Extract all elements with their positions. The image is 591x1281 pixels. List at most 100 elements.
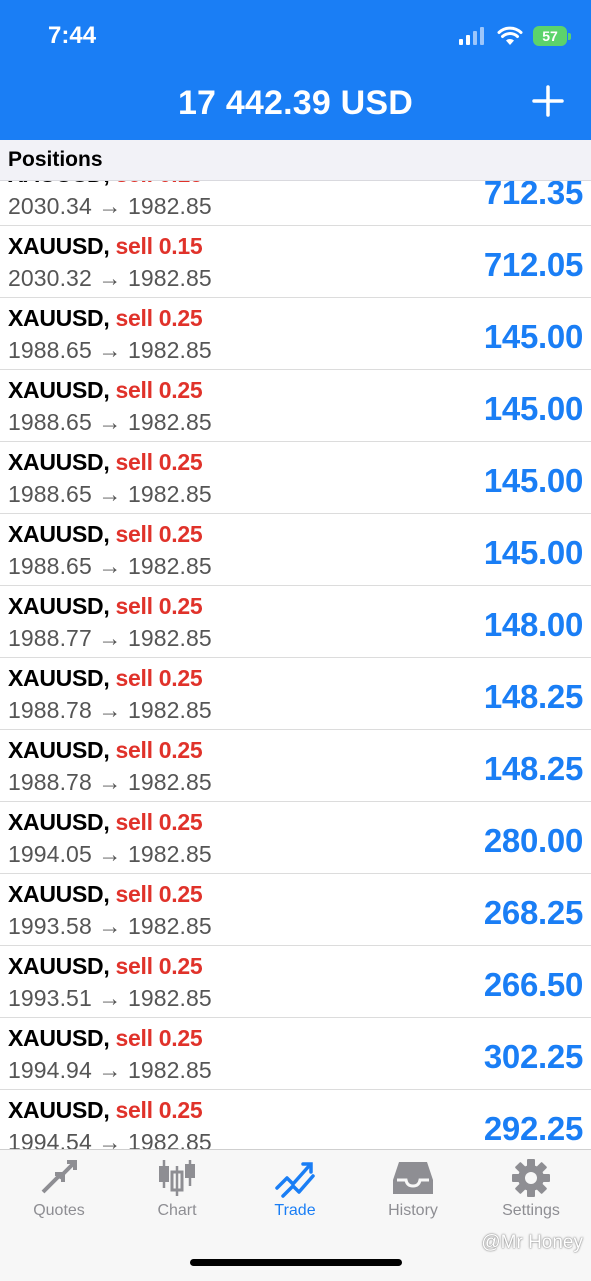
position-row[interactable]: XAUUSD, sell 0.25 1988.77 → 1982.85 148.00 <box>0 586 591 658</box>
current-price: 1982.85 <box>127 193 212 219</box>
position-side: sell 0.25 <box>115 953 203 979</box>
position-prices: 1988.78 → 1982.85 <box>8 697 212 724</box>
tab-history[interactable]: History <box>354 1158 472 1228</box>
position-row[interactable]: XAUUSD, sell 0.25 1988.78 → 1982.85 148.25 <box>0 658 591 730</box>
position-row[interactable]: XAUUSD, sell 0.25 1988.65 → 1982.85 145.00 <box>0 514 591 586</box>
position-row[interactable]: XAUUSD, sell 0.25 1988.65 → 1982.85 145.00 <box>0 442 591 514</box>
trade-icon <box>275 1162 315 1198</box>
position-row[interactable]: XAUUSD, sell 0.25 1988.65 → 1982.85 145.00 <box>0 298 591 370</box>
section-title: Positions <box>8 148 103 171</box>
position-profit: 280.00 <box>483 822 583 859</box>
position-symbol: XAUUSD, <box>8 737 110 763</box>
arrow-icon: → <box>98 769 122 795</box>
position-side: sell 0.15 <box>115 233 203 259</box>
arrow-icon: → <box>98 841 122 867</box>
chart-icon <box>159 1160 195 1196</box>
position-symbol: XAUUSD, <box>8 1097 110 1123</box>
position-side: sell 0.25 <box>115 521 203 547</box>
current-price: 1982.85 <box>127 481 212 507</box>
position-symbol: XAUUSD, <box>8 377 110 403</box>
position-profit: 712.35 <box>483 181 583 211</box>
position-side: sell 0.25 <box>115 1097 203 1123</box>
plus-icon[interactable] <box>531 84 565 118</box>
position-prices: 1988.65 → 1982.85 <box>8 337 212 364</box>
position-title: XAUUSD, sell 0.25 <box>8 737 203 764</box>
current-price: 1982.85 <box>127 409 212 435</box>
open-price: 1988.65 <box>8 553 92 579</box>
position-row[interactable]: XAUUSD, sell 0.25 1988.65 → 1982.85 145.00 <box>0 370 591 442</box>
position-symbol: XAUUSD, <box>8 881 110 907</box>
battery-level: 57 <box>542 28 558 44</box>
position-symbol: XAUUSD, <box>8 233 110 259</box>
current-price: 1982.85 <box>127 337 212 363</box>
position-prices: 1994.54 → 1982.85 <box>8 1129 212 1149</box>
position-symbol: XAUUSD, <box>8 1025 110 1051</box>
position-row[interactable]: XAUUSD, sell 0.25 1994.94 → 1982.85 302.25 <box>0 1018 591 1090</box>
current-price: 1982.85 <box>127 265 212 291</box>
history-icon <box>393 1162 433 1194</box>
positions-list[interactable]: XAUUSD, sell 0.15 2030.34 → 1982.85 712.35… <box>0 181 591 1149</box>
position-symbol: XAUUSD, <box>8 593 110 619</box>
position-profit: 148.25 <box>483 750 583 787</box>
position-side: sell 0.25 <box>115 737 203 763</box>
current-price: 1982.85 <box>127 1057 212 1083</box>
tab-quotes[interactable]: Quotes <box>0 1158 118 1228</box>
position-side: sell 0.25 <box>115 305 203 331</box>
open-price: 1988.78 <box>8 697 92 723</box>
position-row[interactable]: XAUUSD, sell 0.15 2030.34 → 1982.85 712.35 <box>0 181 591 226</box>
current-price: 1982.85 <box>127 841 212 867</box>
position-prices: 1993.58 → 1982.85 <box>8 913 212 940</box>
open-price: 1994.54 <box>8 1129 92 1149</box>
status-icons: 57 <box>459 24 571 48</box>
position-profit: 148.00 <box>483 606 583 643</box>
position-title: XAUUSD, sell 0.15 <box>8 181 203 188</box>
position-side: sell 0.25 <box>115 593 203 619</box>
position-prices: 2030.34 → 1982.85 <box>8 193 212 220</box>
position-title: XAUUSD, sell 0.25 <box>8 593 203 620</box>
position-title: XAUUSD, sell 0.25 <box>8 1025 203 1052</box>
status-time: 7:44 <box>48 22 97 49</box>
tab-settings[interactable]: Settings <box>472 1158 590 1228</box>
current-price: 1982.85 <box>127 1129 212 1149</box>
position-symbol: XAUUSD, <box>8 665 110 691</box>
tab-label: Chart <box>157 1202 197 1219</box>
position-profit: 712.05 <box>483 246 583 283</box>
home-indicator <box>190 1259 402 1266</box>
position-prices: 1993.51 → 1982.85 <box>8 985 212 1012</box>
position-row[interactable]: XAUUSD, sell 0.25 1993.58 → 1982.85 268.25 <box>0 874 591 946</box>
position-title: XAUUSD, sell 0.25 <box>8 953 203 980</box>
position-prices: 1988.65 → 1982.85 <box>8 553 212 580</box>
battery-icon: 57 <box>533 26 571 46</box>
position-title: XAUUSD, sell 0.25 <box>8 449 203 476</box>
tab-label: Trade <box>274 1202 316 1219</box>
watermark: @Mr Honey <box>481 1232 583 1253</box>
arrow-icon: → <box>98 409 122 435</box>
open-price: 1993.58 <box>8 913 92 939</box>
cellular-signal-icon <box>459 27 484 45</box>
position-row[interactable]: XAUUSD, sell 0.25 1994.05 → 1982.85 280.00 <box>0 802 591 874</box>
arrow-icon: → <box>98 193 122 219</box>
open-price: 2030.34 <box>8 193 92 219</box>
position-side: sell 0.25 <box>115 665 203 691</box>
position-prices: 1988.65 → 1982.85 <box>8 409 212 436</box>
position-side: sell 0.25 <box>115 449 203 475</box>
position-prices: 1994.94 → 1982.85 <box>8 1057 212 1084</box>
position-title: XAUUSD, sell 0.25 <box>8 305 203 332</box>
position-row[interactable]: XAUUSD, sell 0.25 1993.51 → 1982.85 266.50 <box>0 946 591 1018</box>
position-row[interactable]: XAUUSD, sell 0.15 2030.32 → 1982.85 712.05 <box>0 226 591 298</box>
open-price: 1993.51 <box>8 985 92 1011</box>
top-header: 7:44 57 17 442.39 USD <box>0 0 591 140</box>
position-row[interactable]: XAUUSD, sell 0.25 1988.78 → 1982.85 148.25 <box>0 730 591 802</box>
position-profit: 145.00 <box>483 534 583 571</box>
current-price: 1982.85 <box>127 769 212 795</box>
current-price: 1982.85 <box>127 553 212 579</box>
settings-icon <box>512 1159 550 1197</box>
tab-trade[interactable]: Trade <box>236 1158 354 1228</box>
position-title: XAUUSD, sell 0.25 <box>8 665 203 692</box>
position-row[interactable]: XAUUSD, sell 0.25 1994.54 → 1982.85 292.25 <box>0 1090 591 1149</box>
arrow-icon: → <box>98 625 122 651</box>
open-price: 1988.65 <box>8 481 92 507</box>
open-price: 1994.05 <box>8 841 92 867</box>
current-price: 1982.85 <box>127 985 212 1011</box>
tab-chart[interactable]: Chart <box>118 1158 236 1228</box>
